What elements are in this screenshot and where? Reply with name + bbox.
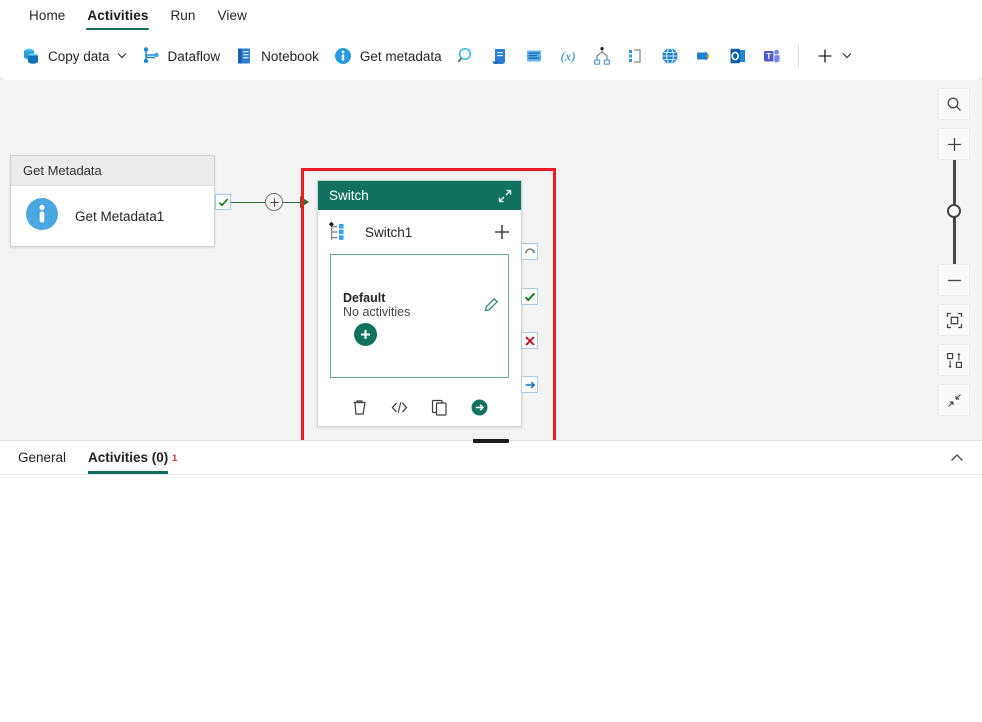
toolbar-copy-data-button[interactable]: Copy data [14, 39, 134, 73]
node-switch-label: Switch1 [365, 225, 493, 240]
toolbar-lookup-button[interactable] [449, 39, 483, 73]
canvas-tool-strip [938, 88, 970, 424]
success-check-icon[interactable] [215, 194, 231, 210]
svg-text:(x): (x) [560, 49, 574, 64]
switch-icon [592, 46, 612, 66]
set-variable-fx-icon: (x) [558, 46, 578, 66]
fit-to-screen-icon[interactable] [938, 304, 970, 336]
tab-activities[interactable]: Activities (0) 1 [88, 441, 168, 475]
toolbar-foreach-button[interactable] [619, 39, 653, 73]
tab-general[interactable]: General [18, 441, 66, 475]
edit-pencil-icon[interactable] [483, 297, 499, 313]
toolbar-add-activity-button[interactable] [808, 39, 859, 73]
pipeline-canvas[interactable]: Get Metadata Get Metadata1 Switch [0, 80, 982, 440]
tab-activities-label: Activities (0) [88, 450, 168, 465]
ribbon-toolbar: Copy data Dataflow Notebook Get metadata [0, 32, 982, 80]
toolbar-get-metadata-button[interactable]: Get metadata [326, 39, 449, 73]
properties-tab-bar: General Activities (0) 1 [0, 441, 982, 475]
chevron-up-icon[interactable] [948, 449, 966, 467]
code-view-icon[interactable] [390, 398, 409, 417]
toolbar-dataflow-button[interactable]: Dataflow [134, 39, 228, 73]
dataflow-icon [141, 46, 161, 66]
toolbar-copy-data-label: Copy data [48, 49, 110, 64]
toolbar-dataflow-label: Dataflow [168, 49, 221, 64]
ribbon-tab-bar: Home Activities Run View [0, 0, 982, 32]
auto-align-icon[interactable] [938, 344, 970, 376]
toolbar-notebook-label: Notebook [261, 49, 319, 64]
ribbon-tab-activities[interactable]: Activities [76, 0, 159, 32]
connector-add-button[interactable] [265, 193, 283, 211]
node-switch-header-title: Switch [329, 188, 369, 203]
zoom-slider[interactable] [938, 160, 970, 264]
chevron-down-icon[interactable] [117, 51, 127, 61]
toolbar-set-variable-button[interactable]: (x) [551, 39, 585, 73]
on-fail-icon[interactable] [521, 332, 538, 349]
zoom-search-icon[interactable] [938, 88, 970, 120]
connector-arrowhead [300, 196, 309, 208]
toolbar-switch-button[interactable] [585, 39, 619, 73]
properties-panel: General Activities (0) 1 Expression * Ad… [0, 440, 982, 722]
on-completion-icon[interactable] [521, 243, 538, 260]
teams-icon: T [762, 46, 782, 66]
toolbar-teams-button[interactable]: T [755, 39, 789, 73]
node-get-metadata-header: Get Metadata [11, 156, 214, 186]
expand-collapse-icon[interactable] [497, 188, 513, 204]
on-success-icon[interactable] [521, 288, 538, 305]
zoom-out-minus-icon[interactable] [938, 264, 970, 296]
ribbon-tab-run[interactable]: Run [159, 0, 206, 32]
node-get-metadata[interactable]: Get Metadata Get Metadata1 [10, 155, 215, 247]
tab-activities-badge: 1 [172, 442, 177, 476]
get-metadata-icon [333, 46, 353, 66]
node-switch-header: Switch [318, 181, 521, 210]
delete-trash-icon[interactable] [350, 398, 369, 417]
node-get-metadata-body: Get Metadata1 [11, 186, 214, 246]
fabric-pipeline-editor: Home Activities Run View Copy data Dataf… [0, 0, 982, 722]
foreach-icon [626, 46, 646, 66]
collapse-all-icon[interactable] [938, 384, 970, 416]
switch-icon [327, 221, 349, 243]
toolbar-stored-procedure-button[interactable] [517, 39, 551, 73]
toolbar-webhook-button[interactable] [687, 39, 721, 73]
toolbar-get-metadata-label: Get metadata [360, 49, 442, 64]
node-switch-name-row: Switch1 [318, 210, 521, 254]
plus-icon [815, 46, 835, 66]
svg-text:T: T [766, 51, 772, 61]
zoom-in-plus-icon[interactable] [938, 128, 970, 160]
add-case-plus-icon[interactable] [493, 223, 511, 241]
ribbon-tab-home[interactable]: Home [18, 0, 76, 32]
on-skip-icon[interactable] [521, 376, 538, 393]
run-arrow-icon[interactable] [470, 398, 489, 417]
toolbar-script-button[interactable] [483, 39, 517, 73]
node-switch-action-bar [318, 388, 521, 426]
toolbar-separator [798, 45, 799, 67]
ribbon-tab-view[interactable]: View [207, 0, 258, 32]
node-switch[interactable]: Switch Switch1 Default No activities [317, 180, 522, 427]
node-get-metadata-label: Get Metadata1 [75, 209, 164, 224]
toolbar-web-activity-button[interactable] [653, 39, 687, 73]
toolbar-outlook-button[interactable] [721, 39, 755, 73]
lookup-search-icon [456, 46, 476, 66]
webhook-icon [694, 46, 714, 66]
copy-data-icon [21, 46, 41, 66]
toolbar-notebook-button[interactable]: Notebook [227, 39, 326, 73]
outlook-icon [728, 46, 748, 66]
get-metadata-icon [23, 195, 61, 238]
add-activity-plus-icon[interactable] [354, 323, 377, 346]
web-activity-icon [660, 46, 680, 66]
chevron-down-icon[interactable] [842, 51, 852, 61]
stored-procedure-icon [524, 46, 544, 66]
node-switch-default-case[interactable]: Default No activities [330, 254, 509, 378]
clone-copy-icon[interactable] [430, 398, 449, 417]
zoom-slider-thumb[interactable] [947, 204, 961, 218]
script-icon [490, 46, 510, 66]
notebook-icon [234, 46, 254, 66]
